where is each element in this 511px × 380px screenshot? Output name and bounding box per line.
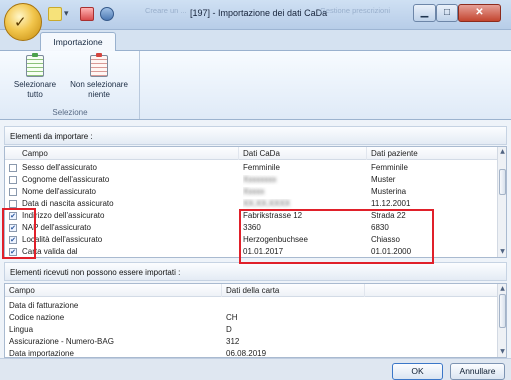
application-menu-button[interactable]: ✓: [4, 3, 42, 41]
column-header-campo[interactable]: Campo: [5, 147, 239, 160]
cell-field: Data di fatturazione: [9, 301, 79, 310]
quick-access-dropdown-icon[interactable]: ▾: [64, 8, 69, 22]
row-checkbox[interactable]: [9, 200, 17, 208]
cell-field: Carta valida dal: [22, 247, 78, 256]
close-button[interactable]: ✕: [458, 4, 501, 22]
not-imported-grid: Campo Dati della carta Data di fatturazi…: [4, 283, 507, 358]
select-none-button[interactable]: Non selezionare niente: [66, 53, 132, 100]
column-header-campo[interactable]: Campo: [5, 284, 222, 297]
maximize-button[interactable]: □: [436, 4, 458, 22]
cell-card-value: [226, 301, 366, 311]
highlight-box-values: [239, 209, 434, 264]
cell-card-value: 312: [226, 337, 240, 346]
ok-button[interactable]: OK: [392, 363, 443, 380]
minimize-button[interactable]: ▁: [413, 4, 436, 22]
cell-cada-value: Femminile: [243, 163, 280, 172]
cell-field: Data importazione: [9, 349, 74, 358]
scroll-down-icon[interactable]: ▼: [499, 248, 506, 256]
cell-field: Codice nazione: [9, 313, 65, 322]
row-checkbox[interactable]: [9, 176, 17, 184]
cell-field: Lingua: [9, 325, 34, 334]
cell-card-value: D: [226, 325, 232, 334]
cell-card-value: 06.08.2019: [226, 349, 267, 358]
cancel-button[interactable]: Annullare: [450, 363, 505, 380]
cell-patient-value: Muster: [371, 175, 396, 184]
table-row: Codice nazione CH: [5, 313, 498, 323]
table-row[interactable]: Data di nascita assicurato XX.XX.XXXX 11.1…: [5, 199, 498, 209]
cell-field: NAP dell'assicurato: [22, 223, 91, 232]
cell-field: Cognome dell'assicurato: [22, 175, 110, 184]
column-header-dati-della-carta[interactable]: Dati della carta: [222, 284, 365, 297]
app-shortcut-icon[interactable]: [80, 7, 94, 21]
clipboard-check-icon: [26, 53, 44, 77]
ribbon: Selezionare tutto Non selezionare niente…: [0, 50, 511, 120]
select-none-label-line1: Non selezionare: [70, 80, 128, 89]
tab-importazione[interactable]: Importazione: [40, 32, 116, 51]
table-row: Assicurazione - Numero-BAG 312: [5, 337, 498, 347]
app-logo-icon: ✓: [14, 13, 27, 31]
scroll-up-icon[interactable]: ▲: [499, 285, 506, 293]
cell-cada-value: Xxxxxxxx: [243, 175, 277, 184]
app-shortcut-icon[interactable]: [100, 7, 114, 21]
scroll-down-icon[interactable]: ▼: [499, 348, 506, 356]
table-row[interactable]: Cognome dell'assicurato Xxxxxxxx Muster: [5, 175, 498, 185]
cell-field: Assicurazione - Numero-BAG: [9, 337, 114, 346]
select-all-label-line1: Selezionare: [13, 80, 57, 89]
cell-field: Indirizzo dell'assicurato: [22, 211, 105, 220]
cell-card-value: CH: [226, 313, 238, 322]
cell-patient-value: Femminile: [371, 163, 408, 172]
cell-field: Nome dell'assicurato: [22, 187, 97, 196]
import-grid-header: Campo Dati CaDa Dati paziente: [5, 147, 498, 160]
title-bar: ▾ Creare un ... [197] - Importazione dei…: [0, 0, 511, 30]
not-imported-section-title: Elementi ricevuti non possono essere imp…: [4, 262, 507, 281]
cell-cada-value: XX.XX.XXXX: [243, 199, 291, 208]
background-window-title: Creare un ...: [145, 6, 187, 15]
save-icon[interactable]: [48, 7, 62, 21]
row-checkbox[interactable]: [9, 164, 17, 172]
not-imported-grid-scrollbar[interactable]: ▲ ▼: [497, 284, 506, 357]
cell-cada-value: Xxxxx: [243, 187, 265, 196]
table-row[interactable]: Sesso dell'assicurato Femminile Femminile: [5, 163, 498, 173]
column-header-dati-cada[interactable]: Dati CaDa: [239, 147, 367, 160]
clipboard-uncheck-icon: [90, 53, 108, 77]
window-title: [197] - Importazione dei dati CaDa: [190, 8, 328, 18]
cell-field: Località dell'assicurato: [22, 235, 103, 244]
import-grid-scrollbar[interactable]: ▲ ▼: [497, 147, 506, 257]
cell-patient-value: Musterina: [371, 187, 407, 196]
row-checkbox[interactable]: [9, 188, 17, 196]
not-imported-grid-header: Campo Dati della carta: [5, 284, 498, 297]
cell-field: Data di nascita assicurato: [22, 199, 114, 208]
table-row: Data di fatturazione: [5, 301, 498, 311]
background-window-title: Gestione prescrizioni: [320, 6, 391, 15]
select-all-label-line2: tutto: [27, 90, 43, 99]
table-row: Data importazione 06.08.2019: [5, 349, 498, 358]
cell-patient-value: 11.12.2001: [371, 199, 411, 208]
select-all-button[interactable]: Selezionare tutto: [2, 53, 68, 100]
scroll-up-icon[interactable]: ▲: [499, 148, 506, 156]
scroll-thumb[interactable]: [499, 294, 506, 328]
ribbon-group-label: Selezione: [52, 108, 88, 117]
select-none-label-line2: niente: [88, 90, 110, 99]
scroll-thumb[interactable]: [499, 169, 506, 195]
column-header-dati-paziente[interactable]: Dati paziente: [367, 147, 498, 160]
ribbon-group-selection: Selezionare tutto Non selezionare niente…: [0, 51, 140, 119]
dialog-footer: OK Annullare: [0, 358, 511, 380]
highlight-box-checkboxes: [2, 208, 36, 259]
cell-field: Sesso dell'assicurato: [22, 163, 97, 172]
table-row: Lingua D: [5, 325, 498, 335]
import-section-title: Elementi da importare :: [4, 126, 507, 145]
table-row[interactable]: Nome dell'assicurato Xxxxx Musterina: [5, 187, 498, 197]
